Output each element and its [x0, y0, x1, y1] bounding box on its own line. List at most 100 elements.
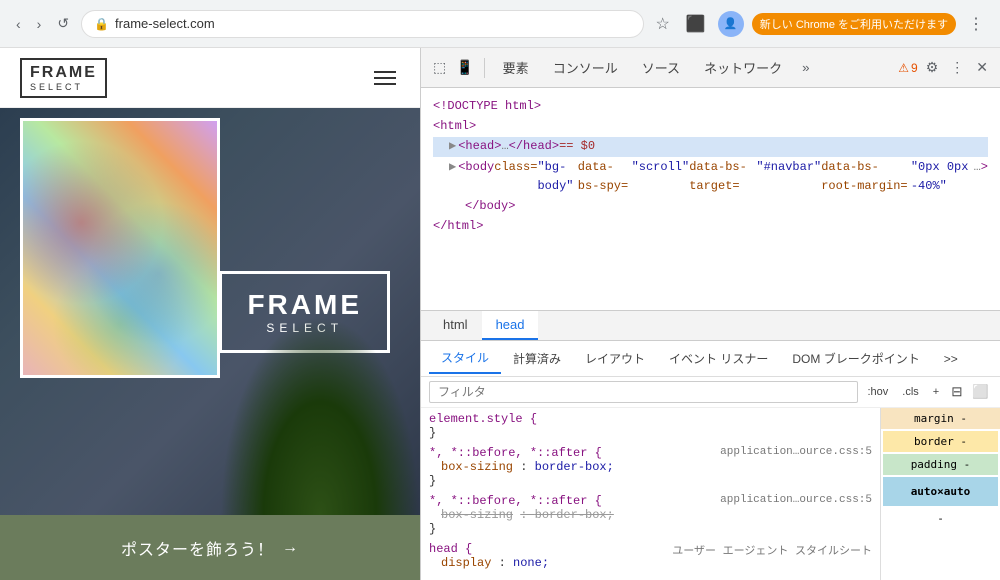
styles-tab-layout[interactable]: レイアウト	[573, 344, 657, 373]
tab-sources[interactable]: ソース	[630, 50, 692, 85]
body-close-tag: </body>	[465, 197, 515, 216]
close-devtools-icon[interactable]: ✕	[972, 55, 992, 80]
bm-padding-label: padding	[911, 458, 957, 471]
styles-tab-computed[interactable]: 計算済み	[501, 344, 573, 373]
devtools-panel: ⬚ 📱 要素 コンソール ソース ネットワーク » ⚠ 9 ⚙ ⋮ ✕	[420, 48, 1000, 580]
devtools-cursor-icon[interactable]: ⬚	[429, 55, 450, 80]
rule-selector-text3: *, *::before, *::after {	[429, 494, 602, 508]
settings-icon[interactable]: ⚙	[922, 55, 943, 80]
devtools-device-icon[interactable]: 📱	[452, 55, 477, 80]
tab-html[interactable]: html	[429, 311, 482, 340]
prop-colon-1: :	[520, 460, 534, 474]
body-attr-class: class=	[494, 158, 537, 177]
tab-elements[interactable]: 要素	[491, 50, 541, 85]
forward-button[interactable]: ›	[33, 12, 46, 36]
tree-line-body[interactable]: ▶ <body class="bg-body" data-bs-spy="scr…	[433, 158, 988, 196]
tree-line-body-close: </body>	[433, 197, 988, 216]
styles-filter-row: :hov .cls + ⊟ ⬜	[421, 377, 1000, 408]
rule-selector-text: element.style {	[429, 412, 537, 426]
prop-colon-display: :	[499, 556, 513, 570]
rule-selector-line: element.style {	[429, 412, 872, 426]
plant-shape	[220, 315, 420, 515]
hamburger-button[interactable]	[370, 67, 400, 89]
more-button[interactable]: ⋮	[964, 10, 988, 38]
hamburger-line	[374, 71, 396, 73]
tree-line: <!DOCTYPE html>	[433, 97, 988, 116]
body-attr-target: data-bs-target=	[689, 158, 756, 196]
styles-tab-events[interactable]: イベント リスナー	[657, 344, 780, 373]
prop-colon-2: :	[520, 508, 534, 522]
body-ellipsis: …	[974, 158, 981, 177]
hov-button[interactable]: :hov	[862, 383, 893, 401]
rule-universal-2: *, *::before, *::after { application…our…	[429, 494, 872, 536]
styles-tab-style[interactable]: スタイル	[429, 343, 501, 374]
cls-button[interactable]: .cls	[897, 383, 924, 401]
warning-badge-button[interactable]: ⚠ 9	[898, 61, 917, 75]
refresh-button[interactable]: ↺	[53, 11, 73, 36]
more-options-icon[interactable]: ⋮	[946, 55, 968, 80]
head-eq: == $0	[559, 137, 595, 156]
bm-border-dash: -	[960, 435, 967, 448]
prop-name-display: display	[441, 556, 491, 570]
styles-area: スタイル 計算済み レイアウト イベント リスナー DOM ブレークポイント >…	[421, 341, 1000, 580]
head-tag: <head>	[458, 137, 501, 156]
profile-avatar[interactable]: 👤	[718, 11, 744, 37]
warning-icon: ⚠	[898, 61, 909, 75]
style-icon-btn1[interactable]: ⊟	[948, 381, 965, 403]
rule-selector-text2: *, *::before, *::after {	[429, 446, 602, 460]
styles-tab-more[interactable]: >>	[932, 346, 970, 372]
rule-close-brace3: }	[429, 522, 436, 536]
body-attr-spy-val: "scroll"	[632, 158, 690, 177]
cta-text: ポスターを飾ろう！	[121, 536, 274, 560]
style-icon-btn2[interactable]: ⬜	[969, 381, 992, 403]
tree-arrow-icon[interactable]: ▶	[449, 137, 456, 156]
rule-close-line2: }	[429, 474, 872, 488]
tab-console[interactable]: コンソール	[541, 50, 630, 85]
logo-select-text: SELECT	[30, 82, 83, 92]
logo-frame-text: FRAME	[30, 64, 97, 82]
styles-rules: element.style { } *, *::before, *::after…	[421, 408, 880, 580]
devtools-tabs: 要素 コンソール ソース ネットワーク »	[491, 50, 818, 85]
tree-line-head[interactable]: ▶ <head> … </head> == $0	[433, 137, 988, 156]
bookmark-button[interactable]: ☆	[652, 10, 674, 38]
rule-universal-1: *, *::before, *::after { application…our…	[429, 446, 872, 488]
plant-overlay	[220, 315, 420, 515]
body-open-tag: <body	[458, 158, 494, 177]
prop-value-display: none;	[513, 556, 549, 570]
notification-button[interactable]: 新しい Chrome をご利用いただけます	[752, 13, 956, 35]
rule-source-1: application…ource.css:5	[720, 446, 872, 458]
bm-margin-dash: -	[960, 412, 967, 425]
hamburger-line	[374, 77, 396, 79]
bm-padding-dash: -	[964, 458, 971, 471]
back-button[interactable]: ‹	[12, 12, 25, 36]
bm-margin-label: margin	[914, 412, 954, 425]
styles-filter-input[interactable]	[429, 381, 858, 403]
cast-button[interactable]: ⬛	[682, 10, 710, 38]
styles-sub-tabs: スタイル 計算済み レイアウト イベント リスナー DOM ブレークポイント >…	[421, 341, 1000, 377]
tabs-more-button[interactable]: »	[794, 56, 817, 79]
warning-count: 9	[911, 61, 918, 75]
element-tabs: html head	[421, 311, 1000, 341]
prop-name-1: box-sizing	[441, 460, 513, 474]
add-style-button[interactable]: +	[928, 383, 944, 401]
head-close-tag: </head>	[509, 137, 559, 156]
html-open-tag: <html>	[433, 117, 476, 136]
body-arrow-icon[interactable]: ▶	[449, 158, 456, 177]
devtools-right-icons: ⚠ 9 ⚙ ⋮ ✕	[898, 55, 992, 80]
lock-icon: 🔒	[94, 17, 109, 31]
bm-margin-area: margin -	[881, 408, 1000, 429]
body-attr-spy: data-bs-spy=	[578, 158, 632, 196]
cta-button[interactable]: ポスターを飾ろう！ →	[121, 536, 299, 560]
html-tree: <!DOCTYPE html> <html> ▶ <head> … </head…	[421, 88, 1000, 310]
tab-head[interactable]: head	[482, 311, 539, 340]
rule-selector-head-line: head { ユーザー エージェント スタイルシート	[429, 542, 872, 556]
hamburger-line	[374, 83, 396, 85]
prop-value-1: border-box;	[535, 460, 614, 474]
tab-network[interactable]: ネットワーク	[692, 50, 794, 85]
rule-source-head: ユーザー エージェント スタイルシート	[672, 542, 872, 558]
browser-chrome: ‹ › ↺ 🔒 frame-select.com ☆ ⬛ 👤 新しい Chrom…	[0, 0, 1000, 48]
rule-close-brace2: }	[429, 474, 436, 488]
styles-tab-dom[interactable]: DOM ブレークポイント	[780, 344, 931, 373]
devtools-toolbar: ⬚ 📱 要素 コンソール ソース ネットワーク » ⚠ 9 ⚙ ⋮ ✕	[421, 48, 1000, 88]
body-attr-margin-val: "0px 0px -40%"	[911, 158, 974, 196]
